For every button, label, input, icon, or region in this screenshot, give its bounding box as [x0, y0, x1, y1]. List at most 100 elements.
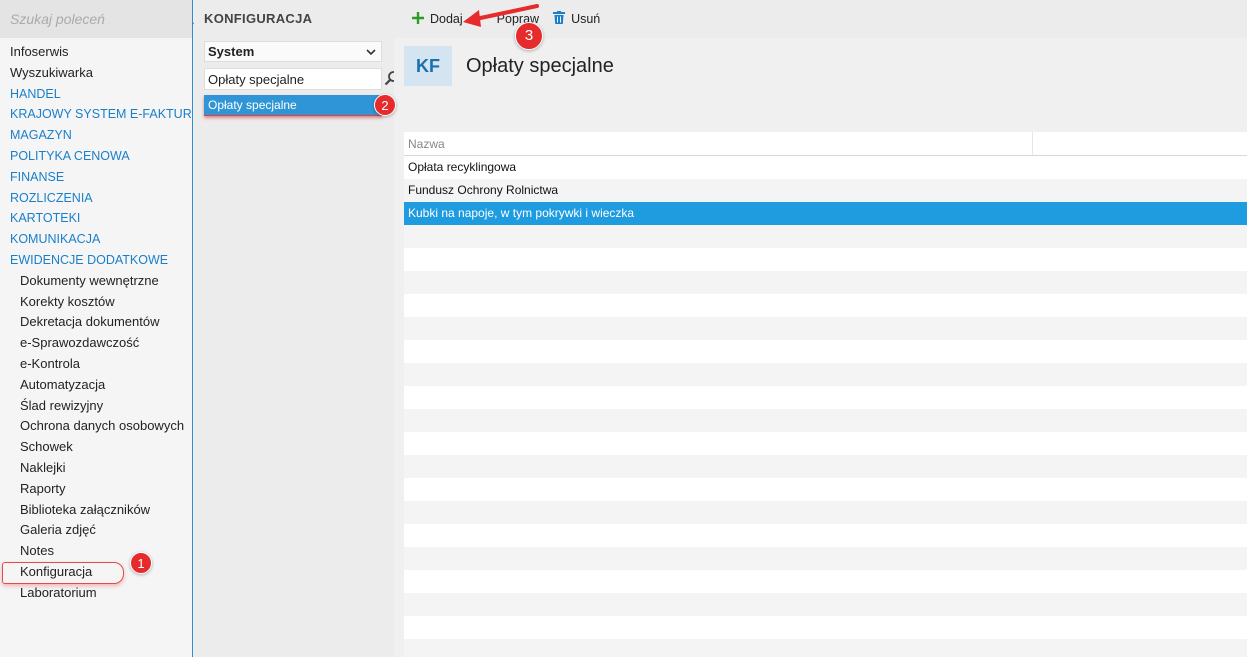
category-select-value: System: [208, 44, 255, 59]
nav-item-label: KARTOTEKI: [10, 211, 81, 226]
nav-item[interactable]: Notes: [0, 541, 192, 562]
navigation-panel: Infoserwis Wyszukiwarka HANDEL KRAJOWY SYST…: [0, 0, 203, 657]
empty-row: [404, 501, 1247, 524]
callout-badge-2: 2: [374, 94, 396, 116]
plus-icon: [412, 11, 424, 27]
column-header-name[interactable]: Nazwa: [404, 132, 1033, 155]
nav-item-label: Automatyzacja: [20, 376, 106, 392]
nav-item-label: Galeria zdjęć: [20, 522, 96, 538]
nav-item[interactable]: e-Kontrola: [0, 354, 192, 375]
nav-item-label: Laboratorium: [20, 584, 97, 600]
navigation-list: Infoserwis Wyszukiwarka HANDEL KRAJOWY SYST…: [0, 38, 192, 604]
nav-item[interactable]: FINANSE: [0, 167, 192, 188]
nav-item[interactable]: ROZLICZENIA: [0, 188, 192, 209]
delete-button-label: Usuń: [571, 12, 601, 26]
configuration-result-item[interactable]: Opłaty specjalne: [204, 95, 382, 116]
nav-item-label: Infoserwis: [10, 44, 69, 59]
empty-row: [404, 639, 1247, 657]
nav-item-label: Naklejki: [20, 459, 66, 475]
empty-row: [404, 271, 1247, 294]
nav-item-label: Ślad rewizyjny: [20, 397, 104, 413]
callout-badge-1: 1: [130, 552, 152, 574]
nav-item-label: POLITYKA CENOWA: [10, 148, 130, 163]
nav-item[interactable]: Ochrona danych osobowych: [0, 416, 192, 437]
main-area: Dodaj Popraw Usuń KF Opłaty specjalne Na…: [394, 0, 1247, 657]
nav-item[interactable]: Infoserwis: [0, 42, 192, 63]
nav-item-label: KOMUNIKACJA: [10, 232, 101, 247]
nav-item[interactable]: e-Sprawozdawczość: [0, 333, 192, 354]
configuration-search-input[interactable]: [208, 71, 384, 87]
empty-row: [404, 570, 1247, 593]
nav-item[interactable]: Dekretacja dokumentów: [0, 312, 192, 333]
nav-item[interactable]: KOMUNIKACJA: [0, 229, 192, 250]
empty-row: [404, 248, 1247, 271]
category-select[interactable]: System: [204, 41, 382, 62]
table-row[interactable]: Kubki na napoje, w tym pokrywki i wieczk…: [404, 202, 1247, 225]
nav-item[interactable]: EWIDENCJE DODATKOWE: [0, 250, 192, 271]
grid-body: Opłata recyklingowa Fundusz Ochrony Rolni…: [404, 156, 1247, 657]
empty-row: [404, 524, 1247, 547]
empty-row: [404, 317, 1247, 340]
cell-name: Opłata recyklingowa: [408, 160, 517, 174]
empty-row: [404, 409, 1247, 432]
nav-item[interactable]: Schowek: [0, 437, 192, 458]
empty-row: [404, 593, 1247, 616]
empty-row: [404, 340, 1247, 363]
nav-item-label: KRAJOWY SYSTEM E-FAKTUR: [10, 107, 192, 122]
table-row[interactable]: Fundusz Ochrony Rolnictwa: [404, 179, 1247, 202]
nav-item-label: EWIDENCJE DODATKOWE: [10, 252, 169, 267]
empty-row: [404, 363, 1247, 386]
cell-name: Kubki na napoje, w tym pokrywki i wieczk…: [408, 206, 635, 220]
empty-row: [404, 478, 1247, 501]
nav-item-label: Ochrona danych osobowych: [20, 418, 185, 434]
callout-badge-3: 3: [515, 22, 543, 50]
nav-item-label: e-Kontrola: [20, 355, 80, 371]
configuration-panel: KONFIGURACJA System Opłaty specjalne: [194, 0, 399, 657]
module-badge: KF: [404, 46, 452, 86]
empty-row: [404, 386, 1247, 409]
empty-row: [404, 547, 1247, 570]
nav-item[interactable]: Naklejki: [0, 458, 192, 479]
page-header: KF Opłaty specjalne: [404, 46, 614, 86]
nav-item-label: HANDEL: [10, 86, 61, 101]
nav-item-label: MAGAZYN: [10, 128, 72, 143]
nav-item-label: ROZLICZENIA: [10, 190, 93, 205]
page-title: Opłaty specjalne: [466, 54, 614, 77]
nav-item[interactable]: Galeria zdjęć: [0, 520, 192, 541]
nav-item[interactable]: Automatyzacja: [0, 375, 192, 396]
nav-item[interactable]: Biblioteka załączników: [0, 500, 192, 521]
nav-item[interactable]: POLITYKA CENOWA: [0, 146, 192, 167]
empty-row: [404, 432, 1247, 455]
column-header-empty: [1033, 132, 1247, 155]
nav-item[interactable]: MAGAZYN: [0, 125, 192, 146]
nav-item[interactable]: KRAJOWY SYSTEM E-FAKTUR: [0, 104, 192, 125]
nav-item[interactable]: Dokumenty wewnętrzne: [0, 271, 192, 292]
nav-item[interactable]: HANDEL: [0, 84, 192, 105]
table-row[interactable]: Opłata recyklingowa: [404, 156, 1247, 179]
configuration-title: KONFIGURACJA: [204, 11, 313, 26]
command-search-input[interactable]: [10, 11, 192, 27]
data-grid: Nazwa Opłata recyklingowa Fundusz Ochrony…: [404, 132, 1247, 657]
nav-item-label: Dokumenty wewnętrzne: [20, 272, 159, 288]
nav-item-label: Konfiguracja: [20, 563, 93, 579]
nav-item-label: Dekretacja dokumentów: [20, 314, 160, 330]
grid-header: Nazwa: [404, 132, 1247, 156]
nav-item[interactable]: Laboratorium: [0, 583, 192, 604]
nav-item-label: e-Sprawozdawczość: [20, 335, 140, 351]
empty-row: [404, 294, 1247, 317]
nav-item[interactable]: Wyszukiwarka: [0, 63, 192, 84]
empty-row: [404, 225, 1247, 248]
chevron-down-icon: [366, 44, 376, 59]
nav-item-label: Korekty kosztów: [20, 293, 115, 309]
nav-item[interactable]: Korekty kosztów: [0, 292, 192, 313]
nav-item-label: Wyszukiwarka: [10, 64, 93, 80]
configuration-search: [204, 68, 399, 90]
nav-item[interactable]: KARTOTEKI: [0, 208, 192, 229]
nav-item-label: FINANSE: [10, 169, 65, 184]
nav-item[interactable]: Raporty: [0, 479, 192, 500]
delete-button[interactable]: Usuń: [553, 7, 600, 31]
nav-item[interactable]: Ślad rewizyjny: [0, 396, 192, 417]
nav-item-label: Raporty: [20, 480, 66, 496]
nav-item[interactable]: Konfiguracja: [0, 561, 192, 584]
nav-item-label: Schowek: [20, 439, 73, 455]
